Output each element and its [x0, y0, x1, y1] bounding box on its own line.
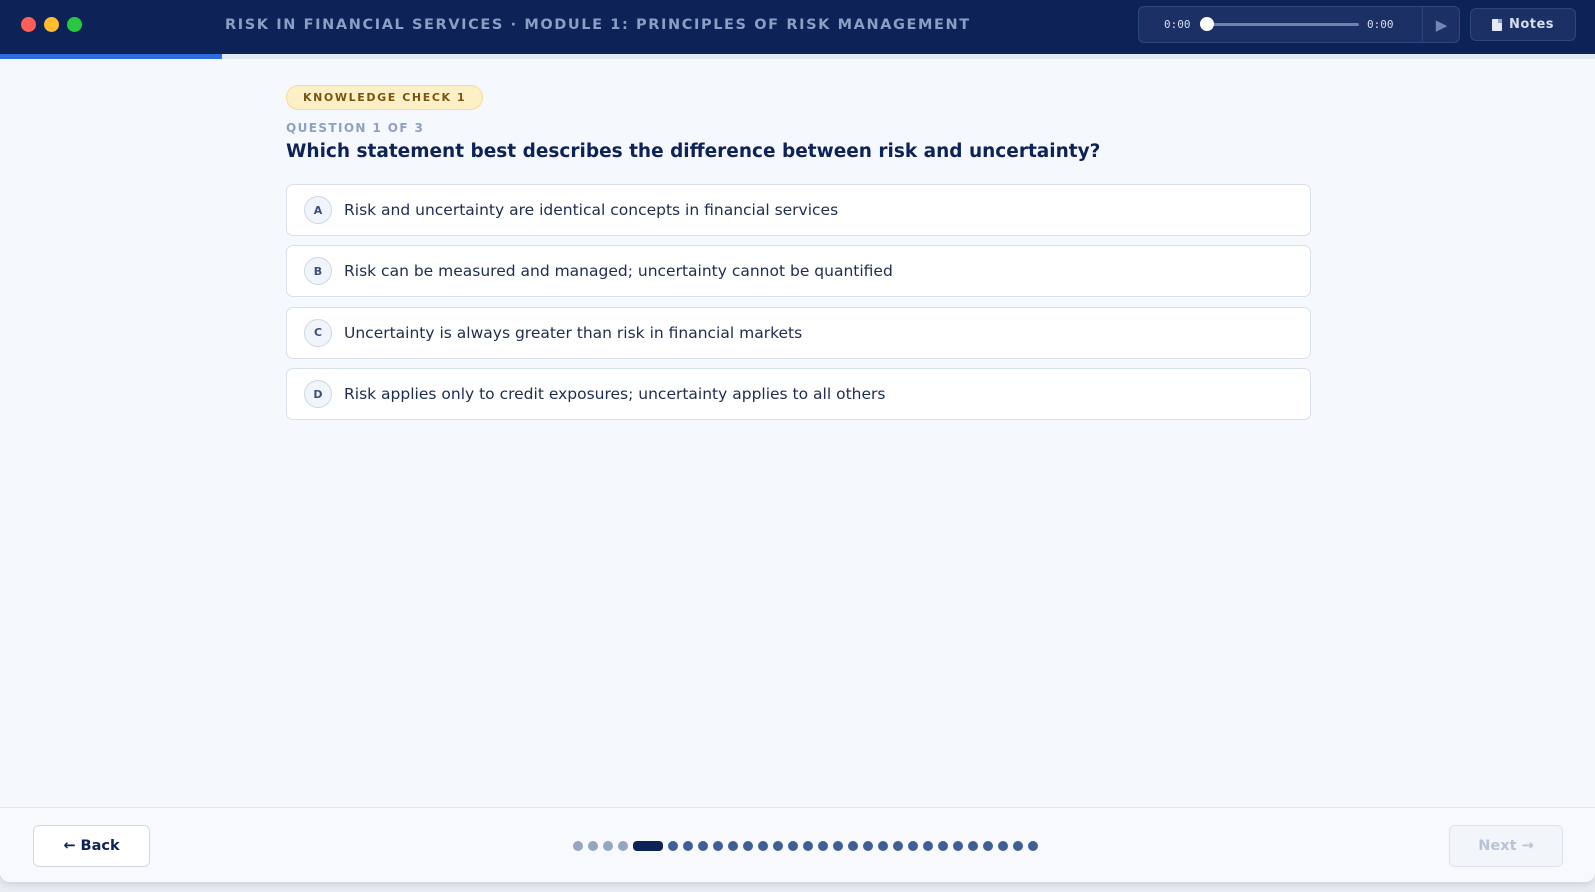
slide-dot[interactable] [803, 841, 813, 851]
slide-dot[interactable] [1013, 841, 1023, 851]
slide-dot[interactable] [968, 841, 978, 851]
question-text: Which statement best describes the diffe… [286, 141, 1101, 162]
audio-seek-track[interactable] [1205, 23, 1359, 26]
close-window-button[interactable] [21, 17, 36, 32]
slide-dot[interactable] [818, 841, 828, 851]
slide-dot[interactable] [698, 841, 708, 851]
slide-dot[interactable] [588, 841, 598, 851]
audio-seek-thumb[interactable] [1200, 17, 1214, 31]
slide-dot[interactable] [758, 841, 768, 851]
slide-dot[interactable] [1028, 841, 1038, 851]
answer-option-b[interactable]: B Risk can be measured and managed; unce… [286, 245, 1311, 298]
option-letter: A [304, 196, 332, 224]
knowledge-check-badge: KNOWLEDGE CHECK 1 [286, 85, 484, 110]
notes-button[interactable]: Notes [1470, 8, 1576, 41]
option-text: Risk can be measured and managed; uncert… [344, 262, 893, 281]
answer-options: A Risk and uncertainty are identical con… [286, 184, 1311, 430]
notes-label: Notes [1508, 17, 1555, 32]
slide-dot[interactable] [938, 841, 948, 851]
slide-dot[interactable] [833, 841, 843, 851]
slide-dot[interactable] [713, 841, 723, 851]
next-button[interactable]: Next → [1449, 825, 1563, 867]
audio-duration: 0:00 [1367, 18, 1394, 31]
slide-dot[interactable] [743, 841, 753, 851]
audio-play-button[interactable]: ▶ [1422, 7, 1460, 42]
slide-dot[interactable] [983, 841, 993, 851]
app-window: RISK IN FINANCIAL SERVICES · MODULE 1: P… [0, 0, 1595, 882]
maximize-window-button[interactable] [67, 17, 82, 32]
slide-dot[interactable] [848, 841, 858, 851]
play-icon: ▶ [1435, 16, 1448, 34]
slide-dot[interactable] [893, 841, 903, 851]
option-letter: D [304, 380, 332, 409]
slide-dot[interactable] [683, 841, 693, 851]
notes-icon [1491, 18, 1502, 31]
slide-dot[interactable] [618, 841, 628, 851]
slide-dot[interactable] [998, 841, 1008, 851]
course-progress-fill [0, 54, 222, 59]
course-progress-bar [0, 54, 1595, 59]
answer-option-c[interactable]: C Uncertainty is always greater than ris… [286, 306, 1311, 359]
question-counter: QUESTION 1 OF 3 [286, 121, 425, 135]
audio-current-time: 0:00 [1164, 18, 1191, 31]
slide-dot[interactable] [863, 841, 873, 851]
option-text: Risk applies only to credit exposures; u… [344, 385, 886, 404]
slide-dot[interactable] [668, 841, 678, 851]
slide-dot[interactable] [878, 841, 888, 851]
answer-option-a[interactable]: A Risk and uncertainty are identical con… [286, 184, 1311, 236]
audio-player: 0:00 0:00 ▶ [1138, 6, 1460, 43]
option-text: Risk and uncertainty are identical conce… [344, 201, 839, 219]
slide-dot[interactable] [788, 841, 798, 851]
slide-dots [573, 841, 1038, 851]
slide-dot-current[interactable] [633, 841, 663, 851]
slide-dot[interactable] [573, 841, 583, 851]
slide-dot[interactable] [923, 841, 933, 851]
option-letter: C [304, 318, 332, 347]
slide-dot[interactable] [603, 841, 613, 851]
option-text: Uncertainty is always greater than risk … [344, 323, 803, 342]
option-letter: B [304, 257, 332, 286]
slide-dot[interactable] [773, 841, 783, 851]
top-bar: RISK IN FINANCIAL SERVICES · MODULE 1: P… [0, 0, 1595, 54]
back-button[interactable]: ← Back [33, 825, 150, 867]
footer-nav: ← Back Next → [0, 807, 1595, 882]
answer-option-d[interactable]: D Risk applies only to credit exposures;… [286, 368, 1311, 421]
slide-dot[interactable] [728, 841, 738, 851]
slide-dot[interactable] [953, 841, 963, 851]
minimize-window-button[interactable] [44, 17, 59, 32]
course-title: RISK IN FINANCIAL SERVICES · MODULE 1: P… [225, 17, 971, 33]
slide-dot[interactable] [908, 841, 918, 851]
